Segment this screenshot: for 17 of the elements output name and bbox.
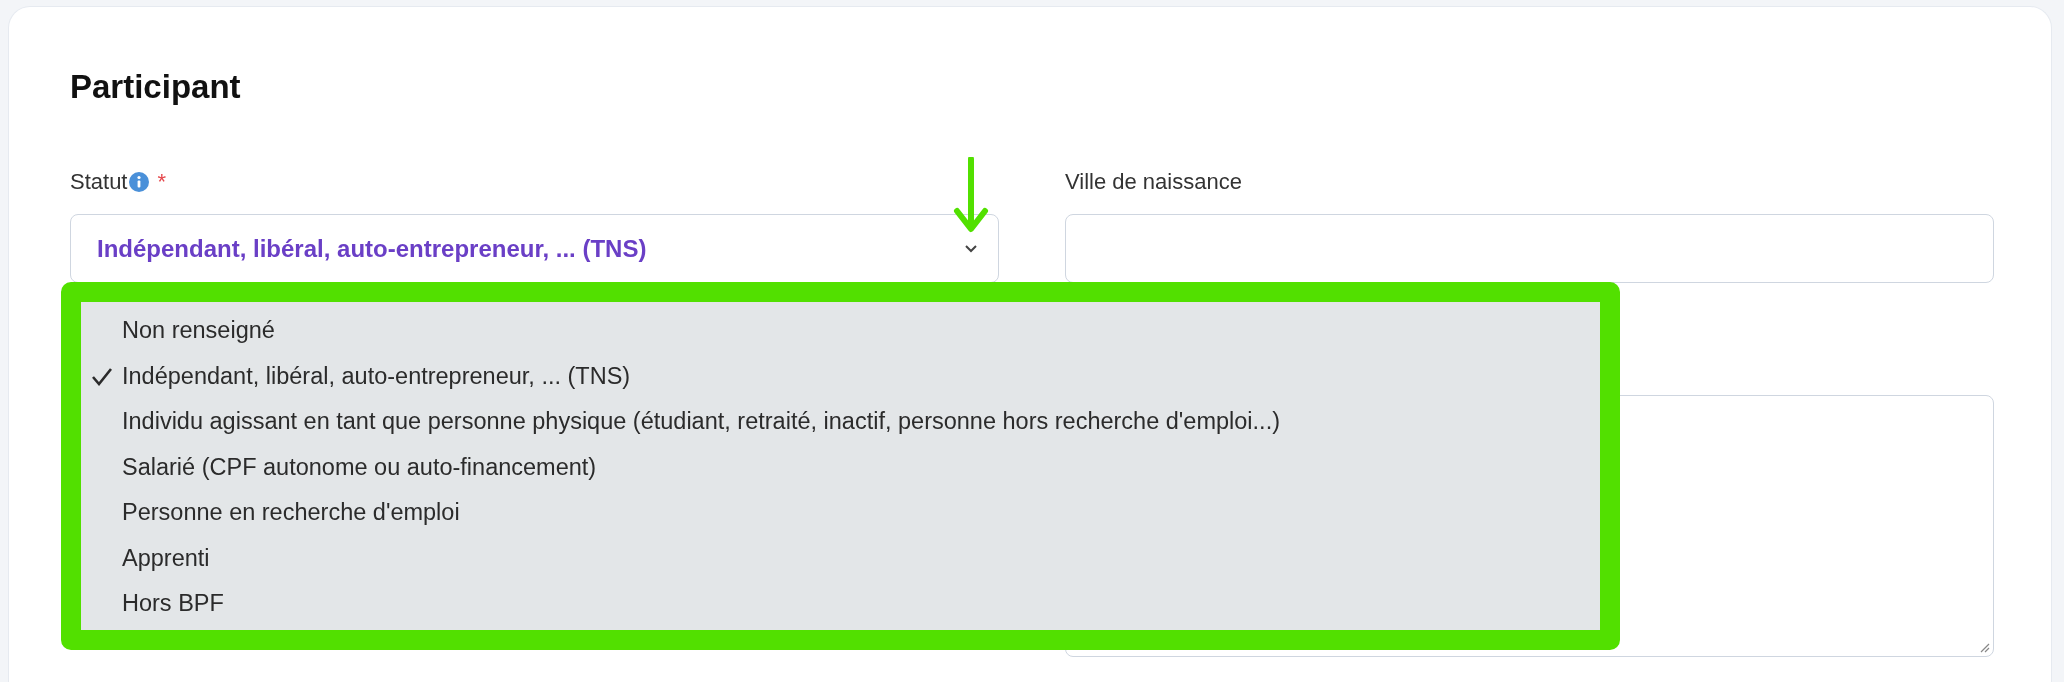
field-label: Ville de naissance (1065, 169, 1242, 195)
dropdown-option[interactable]: Indépendant, libéral, auto-entrepreneur, ... (TNS) (81, 353, 1600, 399)
field-label: Statut (70, 169, 128, 195)
arrow-icon (953, 157, 989, 233)
status-select[interactable]: Indépendant, libéral, auto-entrepreneur, ... (TNS) (70, 214, 999, 283)
dropdown-option[interactable]: Salarié (CPF autonome ou auto-financement) (81, 444, 1600, 490)
resize-grip-icon[interactable] (1978, 641, 1990, 653)
input-field[interactable] (1065, 214, 1994, 283)
dropdown-option[interactable]: Personne en recherche d'emploi (81, 490, 1600, 536)
section-title: Participant (70, 67, 241, 107)
dropdown-option[interactable]: Non renseigné (81, 308, 1600, 354)
dropdown-option[interactable]: Apprenti (81, 535, 1600, 581)
dropdown-option[interactable]: Individu agissant en tant que personne physique (étudiant, retraité, inactif, personne hors recherche d'emploi...) (81, 399, 1600, 445)
chevron-down-icon (964, 244, 978, 253)
required-mark: * (157, 169, 167, 195)
info-icon[interactable] (129, 172, 150, 192)
dropdown-option[interactable]: Hors BPF (81, 581, 1600, 627)
